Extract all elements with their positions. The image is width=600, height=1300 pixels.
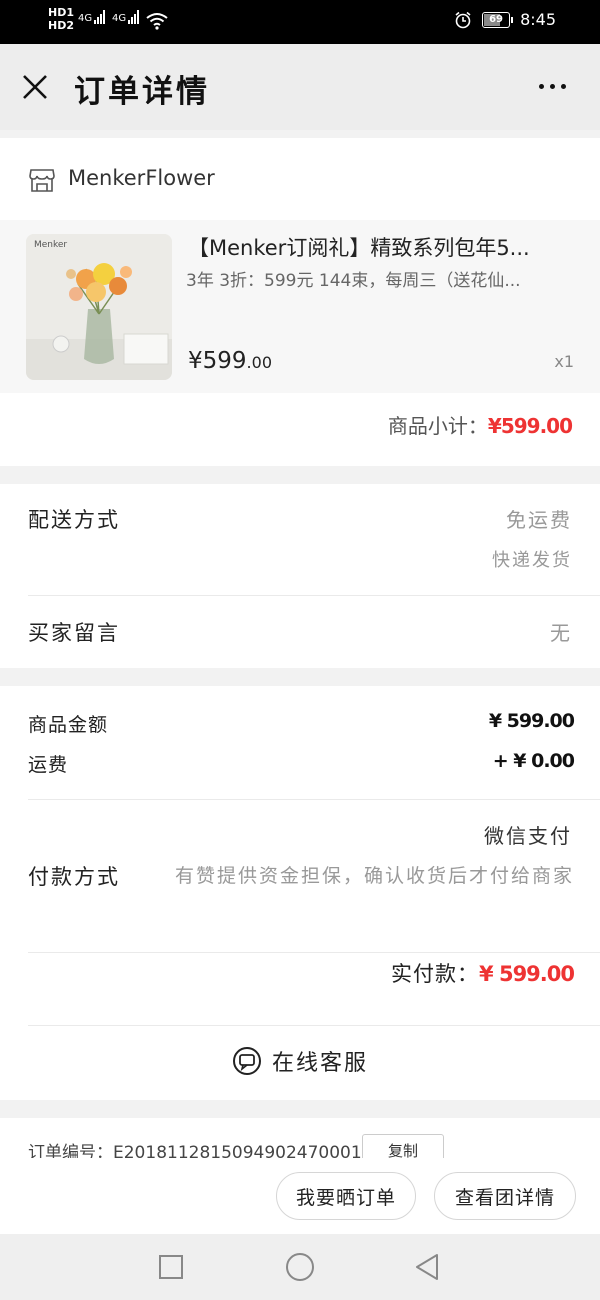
hd-indicator: HD1 HD2: [48, 6, 74, 32]
customer-service-button[interactable]: 在线客服: [0, 1031, 600, 1091]
divider: [28, 1025, 600, 1026]
shipping-amount: + ¥ 0.00: [492, 750, 575, 772]
paid-amount: ¥ 599.00: [479, 962, 575, 986]
wifi-icon: [146, 13, 168, 30]
page-title: 订单详情: [74, 74, 210, 110]
subtotal-amount: ¥599.00: [487, 414, 573, 438]
product-title: 【Menker订阅礼】精致系列包年5...: [188, 236, 530, 260]
recent-apps-icon[interactable]: [158, 1254, 184, 1280]
home-icon[interactable]: [285, 1252, 315, 1282]
chat-icon: [232, 1047, 261, 1075]
product-item[interactable]: Menker 【Menker订阅礼】精致系列包年5... 3年 3折：599元 …: [0, 220, 600, 393]
buyer-message-label: 买家留言: [28, 621, 120, 645]
payment-method-value: 微信支付: [484, 824, 572, 848]
alarm-icon: [455, 11, 471, 28]
divider: [28, 952, 600, 953]
goods-amount-label: 商品金额: [28, 714, 109, 736]
signal-icon: 4G: [112, 10, 140, 24]
system-nav-bar: [0, 1234, 600, 1300]
shop-card: MenkerFlower Menker 【Menker订阅礼】精致系列包年5..…: [0, 138, 600, 466]
delivery-fee: 免运费: [506, 508, 572, 532]
goods-amount: ¥ 599.00: [488, 710, 575, 732]
payment-card: 商品金额 ¥ 599.00 运费 + ¥ 0.00 付款方式 微信支付 有赞提供…: [0, 686, 600, 1100]
more-icon[interactable]: [539, 84, 566, 89]
divider: [28, 595, 600, 596]
product-spec: 3年 3折：599元 144束，每周三（送花仙...: [186, 271, 521, 291]
paid-total: 实付款：¥ 599.00: [391, 962, 575, 986]
close-icon[interactable]: [20, 72, 50, 102]
image-brand-label: Menker: [34, 240, 68, 250]
payment-method-label: 付款方式: [28, 865, 120, 889]
status-bar: HD1 HD2 4G 4G 69 8:45: [0, 0, 600, 44]
product-quantity: x1: [554, 352, 574, 371]
shipping-label: 运费: [28, 754, 69, 776]
back-icon[interactable]: [413, 1252, 441, 1282]
view-group-button[interactable]: 查看团详情: [434, 1172, 576, 1220]
store-icon: [29, 169, 55, 192]
subtotal: 商品小计：¥599.00: [387, 414, 573, 438]
product-price: ¥599.00: [188, 348, 272, 374]
shop-name[interactable]: MenkerFlower: [68, 166, 215, 190]
product-image: Menker: [26, 234, 172, 380]
signal-icon: 4G: [78, 10, 106, 24]
app-header: 订单详情: [0, 44, 600, 130]
delivery-method: 快递发货: [492, 550, 572, 571]
buyer-message-value: 无: [550, 621, 572, 645]
battery-icon: 69: [482, 11, 514, 28]
delivery-label: 配送方式: [28, 508, 120, 532]
payment-method-desc: 有赞提供资金担保，确认收货后才付给商家: [174, 865, 574, 887]
clock: 8:45: [520, 10, 556, 29]
share-order-button[interactable]: 我要晒订单: [276, 1172, 416, 1220]
delivery-card: 配送方式 免运费 快递发货 买家留言 无: [0, 484, 600, 668]
divider: [28, 799, 600, 800]
